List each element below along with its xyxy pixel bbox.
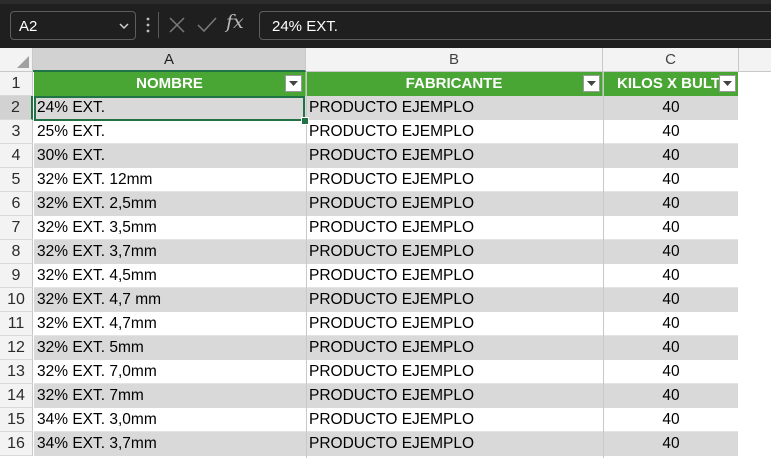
- filter-dropdown-icon[interactable]: [583, 75, 600, 92]
- cell-fabricante[interactable]: PRODUCTO EJEMPLO: [306, 216, 603, 240]
- cell-kilos[interactable]: 40: [603, 192, 739, 216]
- formula-input[interactable]: 24% EXT.: [259, 11, 771, 40]
- row-header[interactable]: 16: [0, 432, 33, 456]
- cell-nombre[interactable]: 32% EXT. 4,5mm: [34, 264, 306, 288]
- cell-kilos[interactable]: 40: [603, 360, 739, 384]
- cell-nombre[interactable]: 34% EXT. 3,0mm: [34, 408, 306, 432]
- row-header[interactable]: 8: [0, 240, 33, 264]
- column-header-c[interactable]: C: [603, 48, 739, 72]
- name-box-value: A2: [19, 18, 38, 35]
- column-header-d[interactable]: [739, 48, 771, 72]
- row-header[interactable]: 6: [0, 192, 33, 216]
- row-header[interactable]: 4: [0, 144, 33, 168]
- cell-fabricante[interactable]: PRODUCTO EJEMPLO: [306, 312, 603, 336]
- more-options-icon[interactable]: [146, 16, 150, 34]
- cell-kilos[interactable]: 40: [603, 408, 739, 432]
- cell-nombre[interactable]: 32% EXT. 5mm: [34, 336, 306, 360]
- cell-fabricante[interactable]: PRODUCTO EJEMPLO: [306, 144, 603, 168]
- column-header-a[interactable]: A: [33, 48, 306, 72]
- row-header[interactable]: 11: [0, 312, 33, 336]
- filter-dropdown-icon[interactable]: [719, 75, 736, 92]
- gridline: [603, 72, 604, 458]
- empty-column-d[interactable]: [738, 72, 771, 458]
- formula-bar-area: A2 fx 24% EXT.: [0, 0, 771, 48]
- row-header[interactable]: 14: [0, 384, 33, 408]
- row-header[interactable]: 1: [0, 72, 33, 96]
- fill-handle[interactable]: [301, 117, 309, 125]
- cancel-icon[interactable]: [167, 15, 187, 35]
- cell-kilos[interactable]: 40: [603, 120, 739, 144]
- cell-kilos[interactable]: 40: [603, 168, 739, 192]
- table-header-nombre[interactable]: NOMBRE: [34, 72, 306, 96]
- header-label: KILOS X BULTO: [617, 75, 732, 92]
- cell-kilos[interactable]: 40: [603, 312, 739, 336]
- enter-check-icon[interactable]: [196, 15, 218, 35]
- active-cell-selection: [34, 96, 305, 121]
- cell-nombre[interactable]: 32% EXT. 7,0mm: [34, 360, 306, 384]
- cell-fabricante[interactable]: PRODUCTO EJEMPLO: [306, 192, 603, 216]
- column-header-b[interactable]: B: [306, 48, 603, 72]
- cell-kilos[interactable]: 40: [603, 336, 739, 360]
- cell-nombre[interactable]: 32% EXT. 3,7mm: [34, 240, 306, 264]
- cell-kilos[interactable]: 40: [603, 96, 739, 120]
- cell-fabricante[interactable]: PRODUCTO EJEMPLO: [306, 432, 603, 456]
- header-label: NOMBRE: [136, 75, 203, 92]
- cell-kilos[interactable]: 40: [603, 432, 739, 456]
- chevron-down-icon[interactable]: [118, 20, 130, 32]
- cell-kilos[interactable]: 40: [603, 264, 739, 288]
- cell-kilos[interactable]: 40: [603, 288, 739, 312]
- row-header[interactable]: 7: [0, 216, 33, 240]
- cell-nombre[interactable]: 34% EXT. 3,7mm: [34, 432, 306, 456]
- cell-nombre[interactable]: 32% EXT. 4,7 mm: [34, 288, 306, 312]
- cell-fabricante[interactable]: PRODUCTO EJEMPLO: [306, 408, 603, 432]
- formula-value: 24% EXT.: [272, 18, 338, 35]
- formula-bar-separator: [158, 12, 159, 38]
- cell-nombre[interactable]: 32% EXT. 12mm: [34, 168, 306, 192]
- row-header[interactable]: 9: [0, 264, 33, 288]
- row-header[interactable]: 2: [0, 96, 33, 120]
- cell-fabricante[interactable]: PRODUCTO EJEMPLO: [306, 96, 603, 120]
- select-all-triangle-icon: [17, 56, 29, 68]
- row-header[interactable]: 10: [0, 288, 33, 312]
- row-header[interactable]: 13: [0, 360, 33, 384]
- cell-nombre[interactable]: 25% EXT.: [34, 120, 306, 144]
- cell-fabricante[interactable]: PRODUCTO EJEMPLO: [306, 120, 603, 144]
- row-header[interactable]: 15: [0, 408, 33, 432]
- name-box[interactable]: A2: [10, 11, 136, 40]
- cell-kilos[interactable]: 40: [603, 384, 739, 408]
- gridline: [306, 72, 307, 458]
- cell-nombre[interactable]: 32% EXT. 3,5mm: [34, 216, 306, 240]
- row-header[interactable]: 3: [0, 120, 33, 144]
- cell-fabricante[interactable]: PRODUCTO EJEMPLO: [306, 240, 603, 264]
- cell-fabricante[interactable]: PRODUCTO EJEMPLO: [306, 384, 603, 408]
- cell-nombre[interactable]: 32% EXT. 4,7mm: [34, 312, 306, 336]
- row-header[interactable]: 5: [0, 168, 33, 192]
- ribbon-edge: [0, 0, 771, 4]
- header-label: FABRICANTE: [405, 75, 503, 92]
- cell-fabricante[interactable]: PRODUCTO EJEMPLO: [306, 264, 603, 288]
- cell-kilos[interactable]: 40: [603, 240, 739, 264]
- table-header-fabricante[interactable]: FABRICANTE: [306, 72, 603, 96]
- cell-fabricante[interactable]: PRODUCTO EJEMPLO: [306, 360, 603, 384]
- filter-dropdown-icon[interactable]: [285, 75, 302, 92]
- cell-fabricante[interactable]: PRODUCTO EJEMPLO: [306, 168, 603, 192]
- cell-kilos[interactable]: 40: [603, 144, 739, 168]
- insert-function-icon[interactable]: fx: [226, 11, 250, 37]
- cell-fabricante[interactable]: PRODUCTO EJEMPLO: [306, 288, 603, 312]
- cell-fabricante[interactable]: PRODUCTO EJEMPLO: [306, 336, 603, 360]
- cell-nombre[interactable]: 32% EXT. 2,5mm: [34, 192, 306, 216]
- cell-nombre[interactable]: 30% EXT.: [34, 144, 306, 168]
- cell-nombre[interactable]: 32% EXT. 7mm: [34, 384, 306, 408]
- row-header[interactable]: 12: [0, 336, 33, 360]
- select-all-corner[interactable]: [0, 48, 33, 72]
- cell-kilos[interactable]: 40: [603, 216, 739, 240]
